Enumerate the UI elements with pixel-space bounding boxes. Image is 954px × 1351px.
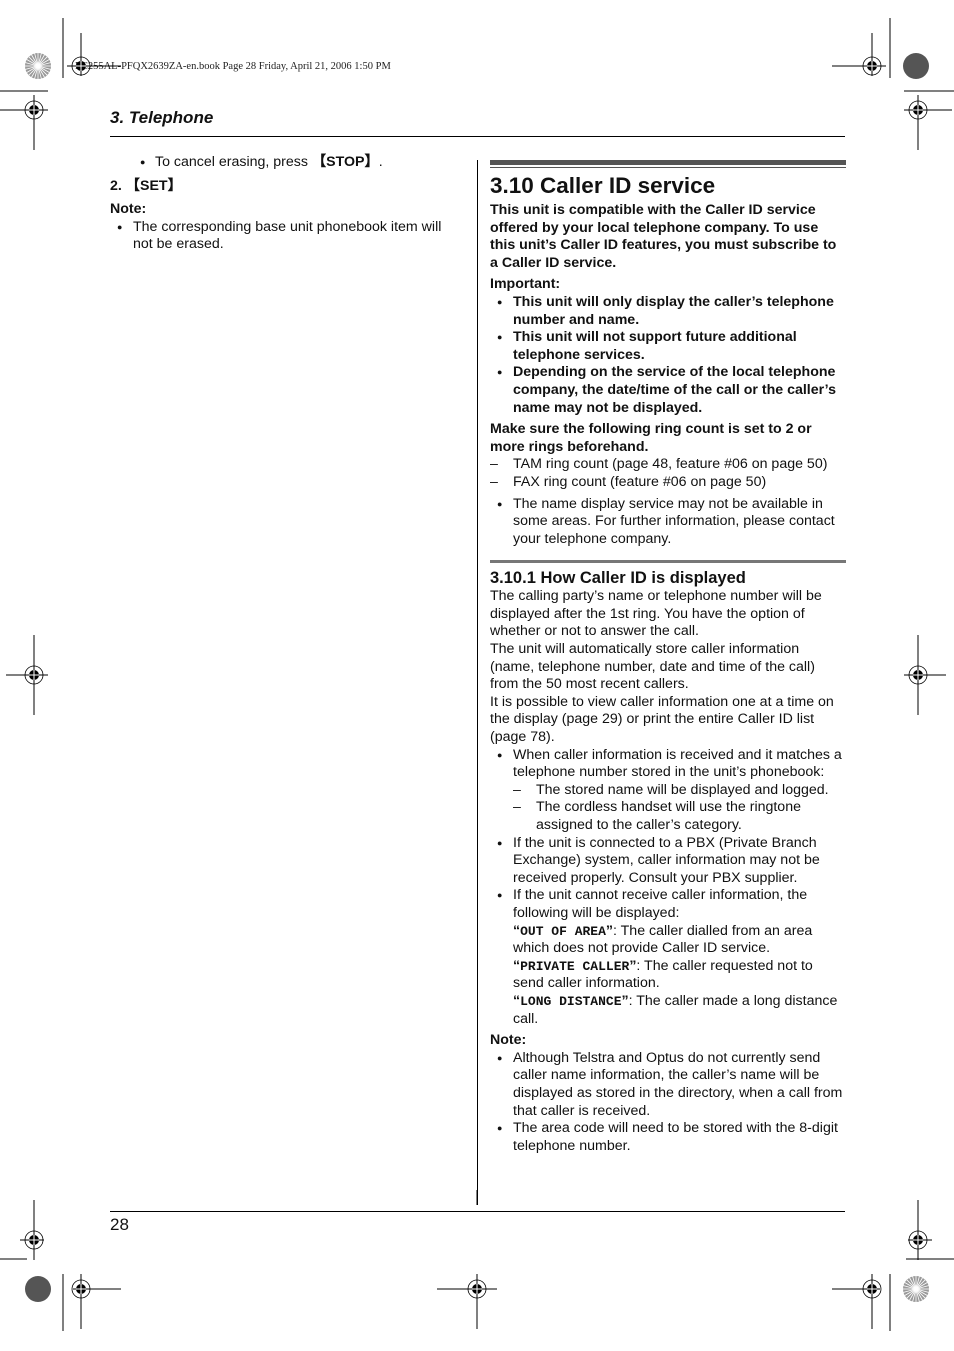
registration-mark-icon bbox=[437, 1274, 497, 1329]
registration-mark-icon bbox=[0, 95, 48, 150]
color-target-icon bbox=[903, 53, 929, 79]
registration-mark-icon bbox=[20, 1200, 44, 1260]
registration-mark-icon bbox=[6, 635, 48, 715]
registration-mark-icon bbox=[71, 1274, 121, 1329]
registration-mark-icon bbox=[832, 1274, 882, 1329]
color-target-icon bbox=[903, 1276, 929, 1302]
registration-mark-icon bbox=[904, 95, 952, 150]
registration-mark-icon bbox=[67, 33, 121, 76]
color-target-icon bbox=[25, 1276, 51, 1302]
registration-mark-icon bbox=[908, 1200, 932, 1260]
registration-mark-icon bbox=[904, 635, 946, 715]
registration-mark-icon bbox=[832, 33, 886, 76]
print-marks-layer bbox=[0, 18, 954, 1331]
color-target-icon bbox=[25, 53, 51, 79]
